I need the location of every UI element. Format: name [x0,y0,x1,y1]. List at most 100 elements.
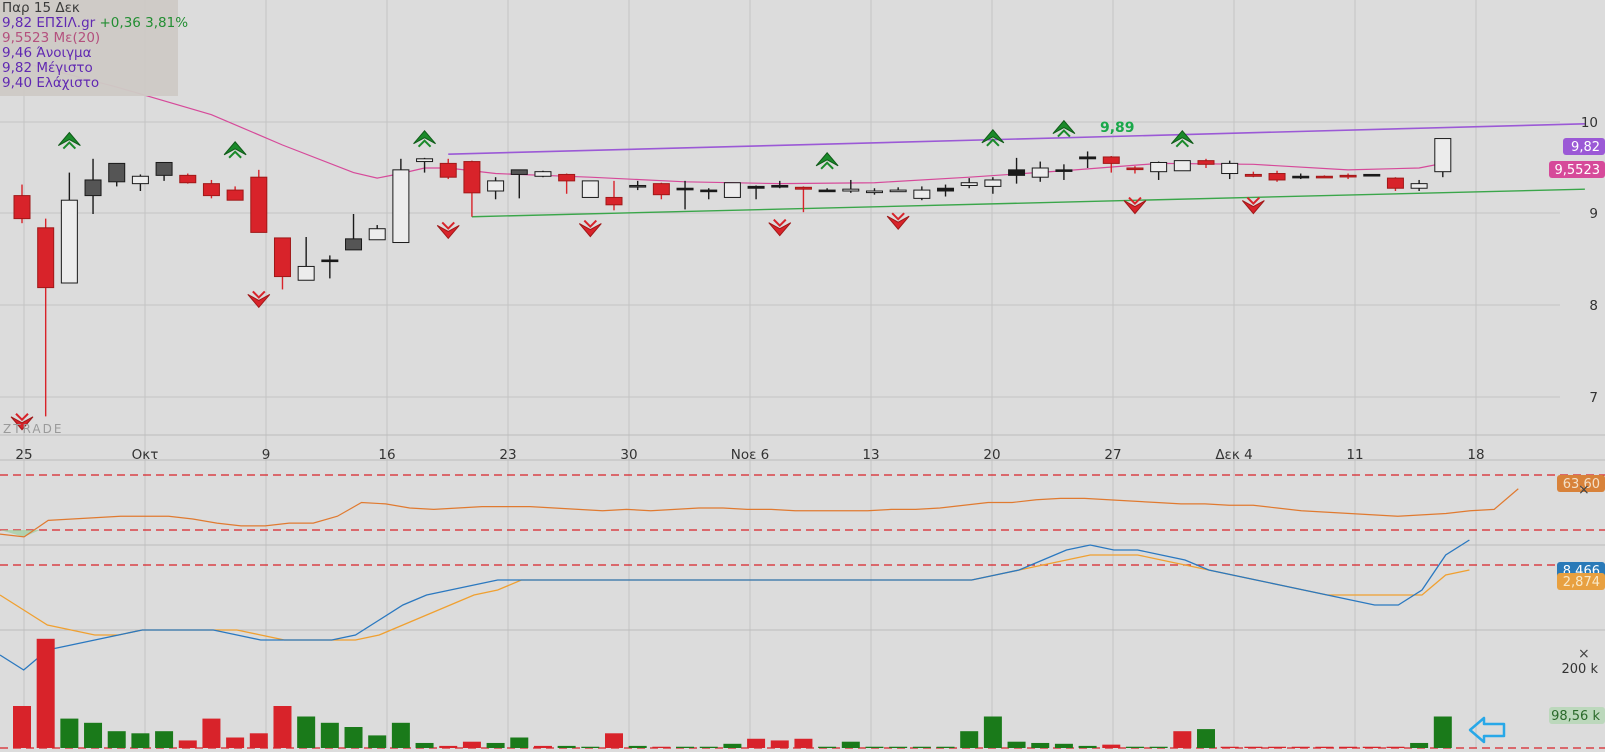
candle-body [889,189,907,193]
volume-bar [889,746,908,748]
legend-ma: 9,5523 Με(20) [2,30,101,46]
candle-body [629,184,647,188]
x-tick-label: Δεκ 4 [1215,447,1252,463]
volume-bar [983,716,1002,748]
candle-body [416,158,434,163]
candle-body [345,238,363,251]
candle-body [226,189,244,201]
volume-bar [1125,746,1144,748]
x-tick-label: Οκτ [132,447,159,463]
volume-bar [1244,746,1263,748]
legend-high: 9,82 Μέγιστο [2,60,93,76]
candle-body [1339,174,1357,178]
candle-body [1410,183,1428,189]
candle-body [1079,156,1097,160]
volume-bar [628,745,647,748]
candle-body [1197,160,1215,165]
legend-change: +0,36 3,81% [99,15,189,31]
stock-chart[interactable]: 25 Οκτ 9 16 23 30 Νοε 6 13 20 27 Δεκ 4 11 18 10 9 8 7 9,… [0,0,1605,752]
x-tick-label: 16 [378,447,395,463]
candle-body [913,189,931,199]
scroll-to-latest-arrow-icon[interactable] [1468,716,1506,744]
candle-body [960,182,978,186]
candle-body [818,189,836,193]
volume-bar [1220,746,1239,748]
legend-panel: Παρ 15 Δεκ 9,82 ΕΠΣΙΛ.gr +0,36 3,81% 9,5… [0,0,188,96]
x-tick-label: 13 [862,447,879,463]
volume-bar [13,706,31,748]
candle [534,170,552,178]
volume-bar [747,738,766,748]
y-tick-label: 8 [1589,298,1598,314]
candle-body [676,187,694,191]
candle-body [605,196,623,206]
volume-bar [1339,746,1358,748]
x-tick-label: 11 [1346,447,1363,463]
volume-bar [249,733,268,748]
legend-date: Παρ 15 Δεκ [2,0,80,16]
candle-body [1055,169,1073,172]
candle-body [1102,156,1120,164]
candle-body [771,184,789,188]
volume-close-icon[interactable]: × [1578,646,1590,662]
volume-bar [1386,746,1405,748]
volume-bar [1149,746,1168,748]
candle-body [368,228,386,241]
legend-low: 9,40 Ελάχιστο [2,75,100,91]
candle [723,182,741,198]
volume-bar [1410,742,1429,748]
candle-body [1268,173,1286,181]
volume-bar [1291,746,1310,748]
volume-bar [131,733,150,748]
candle-body [1315,175,1333,179]
price-badge-text: 9,82 [1571,140,1600,155]
x-tick-label: Νοε 6 [731,447,770,463]
volume-bar [320,722,339,748]
volume-bar [699,746,718,748]
candle-body [558,173,576,182]
volume-bar [107,731,126,748]
volume-bar [1315,746,1334,748]
candle-body [250,176,268,233]
candle-body [1386,177,1404,189]
volume-bar [178,740,197,748]
watermark: ZTRADE [3,422,63,436]
y-tick-label: 7 [1589,390,1598,406]
x-tick-label: 30 [620,447,637,463]
candle-body [155,161,173,176]
volume-bar [652,746,671,748]
candle-body [1031,167,1049,178]
candle-body [1150,161,1168,173]
volume-bar [865,746,884,748]
ma-badge: 9,5523 [1549,161,1605,178]
volume-bar [1433,716,1452,748]
candle-body [179,174,197,184]
candle-body [510,169,528,175]
volume-bar [676,746,695,748]
volume-bar [1031,742,1050,748]
candle-body [131,175,149,185]
volume-bar [794,738,813,748]
candle-body [581,180,599,198]
volume-bar [723,743,742,748]
candle [179,173,197,184]
volume-bar [1007,741,1026,748]
candle-body [108,162,126,183]
volume-bar [818,746,837,748]
volume-bar [391,722,410,748]
candle-body [652,183,670,196]
candle [1434,138,1452,178]
rsi-close-icon[interactable]: × [1578,482,1590,498]
candle-body [794,186,812,190]
price-badge: 9,82 [1563,138,1605,155]
x-tick-label: 23 [499,447,516,463]
candle-body [463,161,481,194]
candle-body [297,265,315,281]
x-tick-label: 27 [1104,447,1121,463]
volume-bar [344,727,363,748]
volume-bar [510,737,529,748]
candle-body [1434,138,1452,173]
volume-bar [1078,745,1097,748]
volume-bar [533,745,552,748]
candle [1363,173,1381,177]
